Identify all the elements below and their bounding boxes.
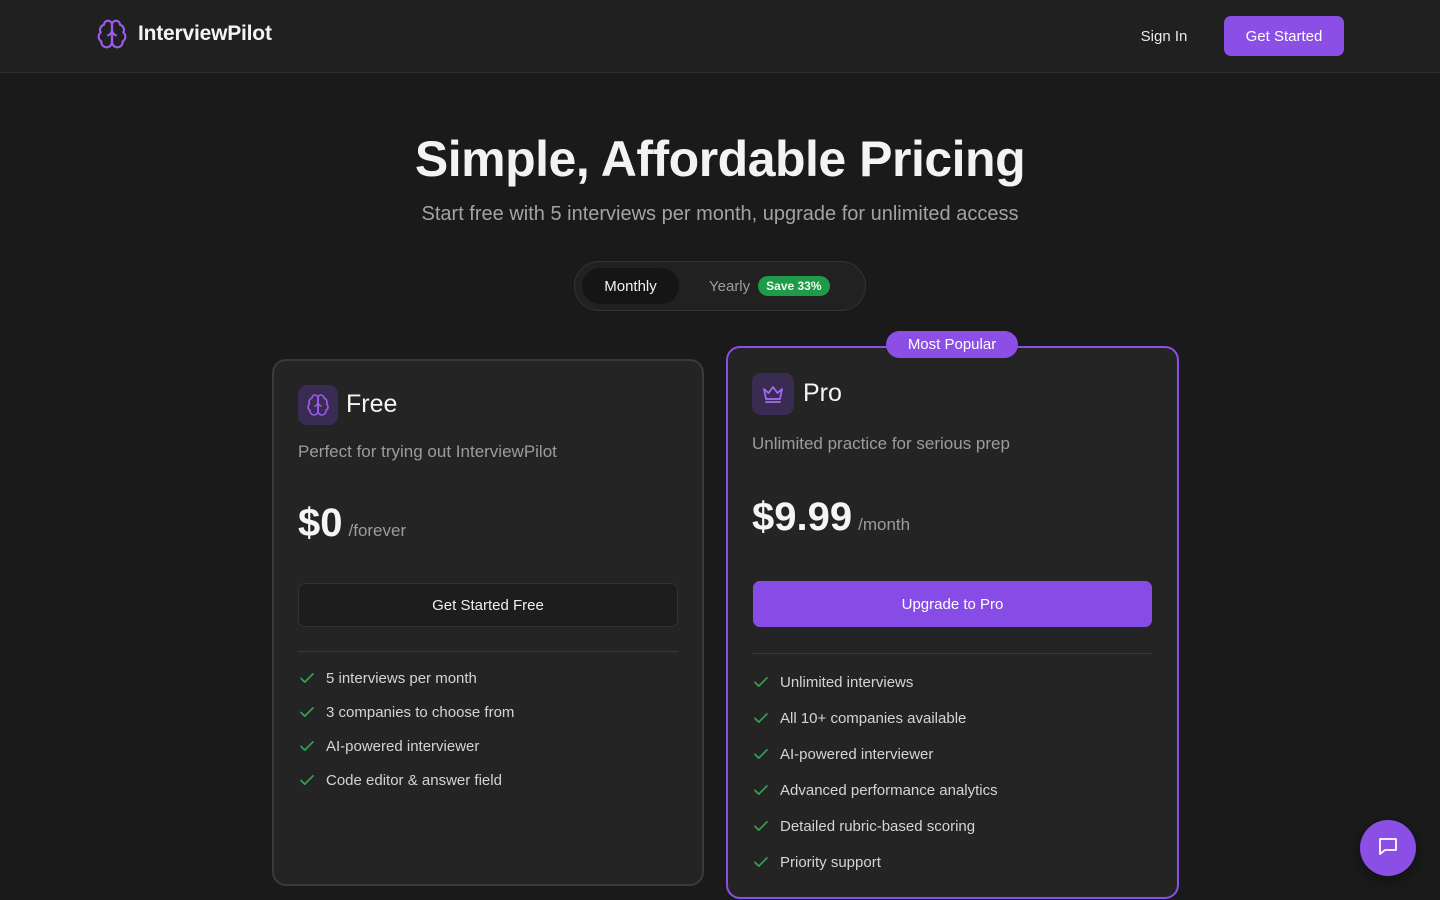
free-plan-card: Free Perfect for trying out InterviewPil… — [272, 359, 704, 886]
get-started-button[interactable]: Get Started — [1224, 16, 1344, 56]
feature-text: AI-powered interviewer — [326, 737, 480, 755]
check-icon — [752, 673, 770, 691]
check-icon — [298, 737, 316, 755]
feature-list: 5 interviews per month 3 companies to ch… — [298, 661, 514, 797]
plan-name: Pro — [803, 379, 842, 407]
feature-item: Code editor & answer field — [298, 763, 514, 797]
price-period: /forever — [348, 521, 407, 540]
check-icon — [298, 771, 316, 789]
plan-name: Free — [346, 390, 398, 418]
divider — [298, 651, 678, 652]
yearly-label: Yearly — [709, 277, 751, 295]
feature-item: AI-powered interviewer — [298, 729, 514, 763]
plan-description: Perfect for trying out InterviewPilot — [298, 442, 557, 461]
feature-item: Advanced performance analytics — [752, 772, 998, 808]
check-icon — [752, 781, 770, 799]
brand-name: InterviewPilot — [138, 22, 272, 45]
crown-icon — [752, 373, 794, 415]
check-icon — [752, 745, 770, 763]
get-started-free-button[interactable]: Get Started Free — [298, 583, 678, 627]
feature-list: Unlimited interviews All 10+ companies a… — [752, 664, 998, 880]
feature-item: AI-powered interviewer — [752, 736, 998, 772]
feature-text: Unlimited interviews — [780, 673, 914, 691]
page-title: Simple, Affordable Pricing — [414, 131, 1026, 187]
monthly-option[interactable]: Monthly — [582, 268, 679, 304]
feature-text: Priority support — [780, 853, 881, 871]
check-icon — [298, 703, 316, 721]
feature-text: Detailed rubric-based scoring — [780, 817, 976, 835]
sign-in-link[interactable]: Sign In — [1124, 16, 1204, 56]
most-popular-badge: Most Popular — [886, 331, 1018, 358]
billing-period-toggle: Monthly Yearly Save 33% — [574, 261, 866, 311]
check-icon — [752, 817, 770, 835]
feature-item: Unlimited interviews — [752, 664, 998, 700]
check-icon — [298, 669, 316, 687]
feature-item: Detailed rubric-based scoring — [752, 808, 998, 844]
plan-description: Unlimited practice for serious prep — [752, 434, 1010, 453]
feature-text: Code editor & answer field — [326, 771, 502, 789]
price-amount: $9.99 — [752, 495, 853, 539]
feature-text: 5 interviews per month — [326, 669, 477, 687]
upgrade-to-pro-button[interactable]: Upgrade to Pro — [753, 581, 1152, 627]
yearly-option[interactable]: Yearly Save 33% — [709, 268, 830, 304]
divider — [752, 653, 1152, 654]
feature-item: 5 interviews per month — [298, 661, 514, 695]
feature-text: 3 companies to choose from — [326, 703, 515, 721]
brand-logo[interactable]: InterviewPilot — [96, 18, 272, 50]
feature-item: All 10+ companies available — [752, 700, 998, 736]
feature-text: Advanced performance analytics — [780, 781, 998, 799]
save-badge: Save 33% — [758, 276, 830, 296]
feature-text: All 10+ companies available — [780, 709, 967, 727]
plan-price: $9.99 /month — [752, 495, 910, 540]
chat-icon — [1376, 834, 1400, 863]
check-icon — [752, 853, 770, 871]
pro-plan-card: Pro Unlimited practice for serious prep … — [726, 346, 1179, 899]
brain-icon — [96, 18, 128, 50]
top-navbar: InterviewPilot Sign In Get Started — [0, 0, 1440, 73]
chat-button[interactable] — [1360, 820, 1416, 876]
brain-icon — [298, 385, 338, 425]
price-amount: $0 — [298, 501, 343, 545]
feature-item: 3 companies to choose from — [298, 695, 514, 729]
plan-price: $0 /forever — [298, 501, 406, 546]
feature-text: AI-powered interviewer — [780, 745, 934, 763]
check-icon — [752, 709, 770, 727]
feature-item: Priority support — [752, 844, 998, 880]
page-subtitle: Start free with 5 interviews per month, … — [421, 203, 1019, 225]
price-period: /month — [858, 515, 911, 534]
